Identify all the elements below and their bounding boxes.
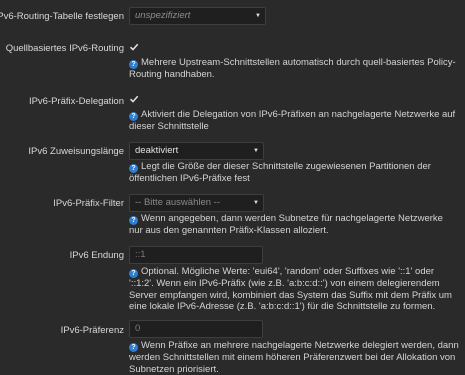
prefix-delegation-checkbox[interactable]: [129, 94, 139, 104]
checkmark-icon: [129, 43, 139, 51]
assignment-length-help-text: Legt die Größe der dieser Schnittstelle …: [129, 161, 431, 184]
suffix-label: IPv6 Endung: [69, 250, 124, 261]
assignment-length-help: ? Legt die Größe der dieser Schnittstelle…: [129, 161, 459, 185]
prefix-delegation-help-text: Aktiviert die Delegation von IPv6-Präfix…: [129, 109, 456, 132]
prefix-filter-field: -- Bitte auswählen -- ▼: [129, 194, 264, 212]
routing-table-field: unspezifiziert ▼: [129, 7, 266, 25]
source-routing-help-text: Mehrere Upstream-Schnittstellen automati…: [129, 57, 456, 80]
preference-placeholder: 0: [135, 323, 141, 334]
info-icon: ?: [129, 164, 138, 173]
info-icon: ?: [129, 112, 138, 121]
prefix-delegation-help: ? Aktiviert die Delegation von IPv6-Präfi…: [129, 109, 459, 133]
suffix-help: ? Optional. Mögliche Werte: 'eui64', 'ran…: [129, 266, 459, 313]
assignment-length-field: deaktiviert ▼: [129, 142, 264, 160]
source-routing-help: ? Mehrere Upstream-Schnittstellen automat…: [129, 57, 459, 81]
preference-field: 0: [129, 320, 263, 338]
info-icon: ?: [129, 343, 138, 352]
suffix-field: ::1: [129, 246, 263, 264]
preference-input[interactable]: 0: [129, 320, 263, 338]
checkmark-icon: [129, 95, 139, 103]
preference-help-text: Wenn Präfixe an mehrere nachgelagerte Ne…: [129, 340, 459, 375]
suffix-input[interactable]: ::1: [129, 246, 263, 264]
prefix-filter-help-text: Wenn angegeben, dann werden Subnetze für…: [129, 213, 443, 236]
prefix-filter-value: -- Bitte auswählen --: [135, 197, 221, 208]
source-routing-label: Quellbasiertes IPv6-Routing: [5, 43, 124, 54]
prefix-filter-help: ? Wenn angegeben, dann werden Subnetze fü…: [129, 213, 459, 237]
routing-table-label: IPv6-Routing-Tabelle festlegen: [0, 11, 124, 22]
source-routing-field: [129, 42, 139, 52]
routing-table-value: unspezifiziert: [135, 10, 191, 21]
assignment-length-select[interactable]: deaktiviert ▼: [129, 142, 264, 160]
assignment-length-value: deaktiviert: [135, 145, 179, 156]
prefix-filter-label: IPv6-Präfix-Filter: [53, 198, 124, 209]
prefix-delegation-field: [129, 94, 139, 104]
info-icon: ?: [129, 216, 138, 225]
prefix-delegation-label: IPv6-Präfix-Delegation: [28, 96, 124, 107]
prefix-filter-select[interactable]: -- Bitte auswählen -- ▼: [129, 194, 264, 212]
preference-help: ? Wenn Präfixe an mehrere nachgelagerte N…: [129, 340, 459, 375]
suffix-placeholder: ::1: [135, 249, 146, 260]
routing-table-select[interactable]: unspezifiziert ▼: [129, 7, 266, 25]
chevron-down-icon: ▼: [255, 13, 261, 19]
assignment-length-label: IPv6 Zuweisungslänge: [28, 146, 124, 157]
info-icon: ?: [129, 60, 138, 69]
source-routing-checkbox[interactable]: [129, 42, 139, 52]
chevron-down-icon: ▼: [253, 148, 259, 154]
chevron-down-icon: ▼: [253, 200, 259, 206]
suffix-help-text: Optional. Mögliche Werte: 'eui64', 'rand…: [129, 266, 452, 312]
preference-label: IPv6-Präferenz: [60, 325, 124, 336]
info-icon: ?: [129, 269, 138, 278]
